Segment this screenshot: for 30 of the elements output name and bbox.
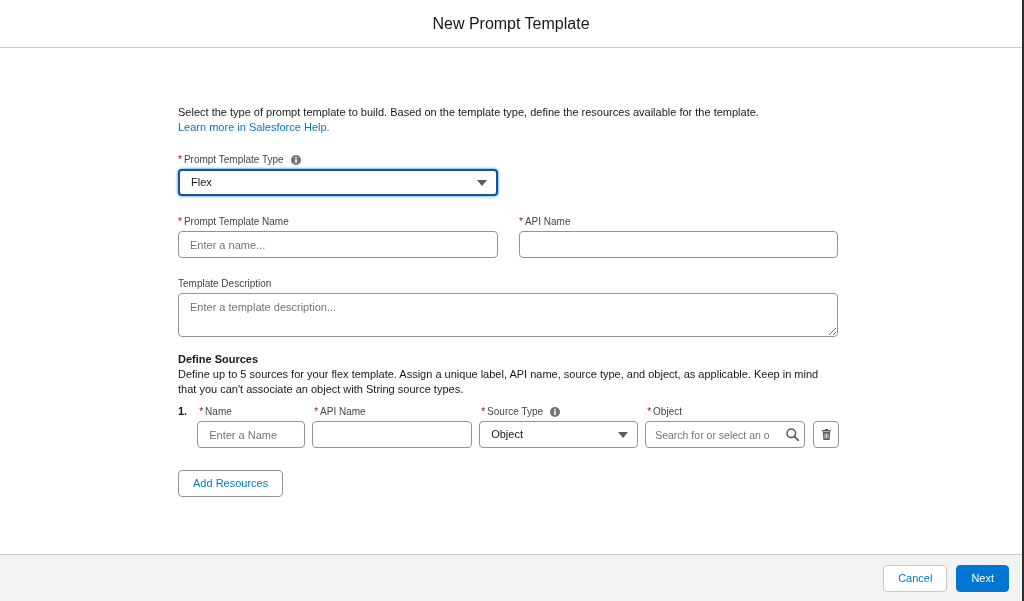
dropdown[interactable]: Object (479, 421, 639, 448)
section-description: Define up to 5 sources for your flex template. Assign a unique label, API name, source type, and object, as applicable. Keep in mind that you can't associate an object with String source types. (178, 367, 820, 397)
field-label: * Name (199, 406, 232, 418)
add-resources-button[interactable]: Add Resources (178, 470, 284, 497)
field-label: * Prompt Template Type (178, 154, 284, 166)
text-field[interactable]: Enter a name... (178, 231, 498, 258)
next-button[interactable]: Next (956, 564, 1009, 592)
field-label: * API Name (314, 406, 366, 418)
search-icon (786, 428, 800, 441)
delete-button[interactable] (813, 421, 840, 448)
search-field[interactable]: Search for or select an o (645, 421, 806, 448)
field-label: * Object (647, 406, 682, 418)
caret-icon (477, 179, 487, 186)
field-label: * Source Type (481, 406, 544, 418)
help-link[interactable]: Learn more in Salesforce Help. (178, 121, 330, 133)
cancel-button[interactable]: Cancel (883, 564, 948, 592)
text-area[interactable]: Enter a template description... (178, 293, 838, 337)
section-heading: Define Sources (178, 352, 259, 366)
field-label: * API Name (519, 216, 571, 228)
text-field[interactable]: Enter a Name (197, 421, 306, 448)
text-field[interactable] (519, 231, 838, 258)
field-label: * Prompt Template Name (178, 216, 289, 228)
row-number: 1. (178, 405, 188, 417)
text-field[interactable] (312, 421, 473, 448)
intro-text: Select the type of prompt template to build. Based on the template type, define the resources available for the template. Learn more in Salesforce Help. (178, 105, 760, 135)
modal-title: New Prompt Template (432, 13, 590, 34)
dropdown[interactable]: Flex (178, 169, 498, 196)
caret-icon (618, 431, 629, 438)
trash-icon (821, 429, 831, 440)
field-label: Template Description (178, 278, 272, 290)
